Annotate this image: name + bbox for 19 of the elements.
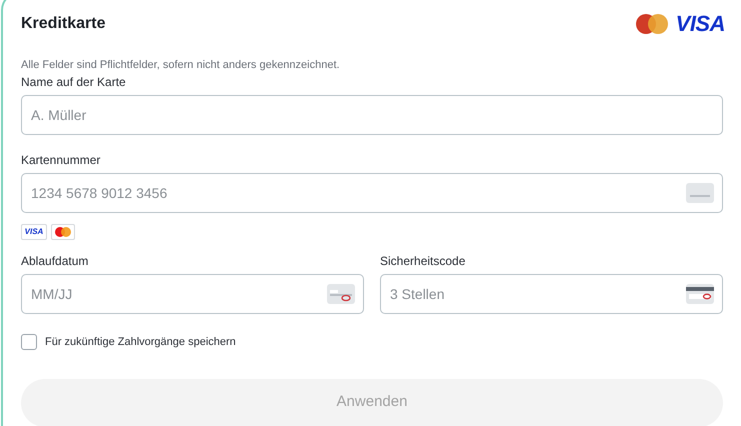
mastercard-logo-icon	[636, 14, 668, 34]
field-label: Ablaufdatum	[21, 253, 90, 269]
input-field[interactable]: A. Müller	[21, 95, 723, 135]
field-label: Sicherheitscode	[380, 253, 466, 269]
card-icon	[686, 183, 714, 203]
checkbox-label: Für zukünftige Zahlvorgänge speichern	[45, 335, 236, 350]
visa-logo: VISA	[676, 13, 725, 35]
section-title: Kreditkarte	[21, 14, 106, 34]
visa-badge: VISA	[21, 224, 47, 240]
field-label: Kartennummer	[21, 152, 102, 168]
save-checkbox[interactable]	[21, 334, 37, 350]
input-field[interactable]: 3 Stellen	[380, 274, 723, 314]
required-note: Alle Felder sind Pflichtfelder, sofern nicht anders gekennzeichnet.	[21, 58, 341, 72]
input-field[interactable]: 1234 5678 9012 3456	[21, 173, 723, 213]
mastercard-badge	[51, 224, 75, 240]
field-label: Name auf der Karte	[21, 74, 127, 90]
card-back-icon	[686, 284, 714, 304]
input-field[interactable]: MM/JJ	[21, 274, 364, 314]
card-icon	[327, 284, 355, 304]
